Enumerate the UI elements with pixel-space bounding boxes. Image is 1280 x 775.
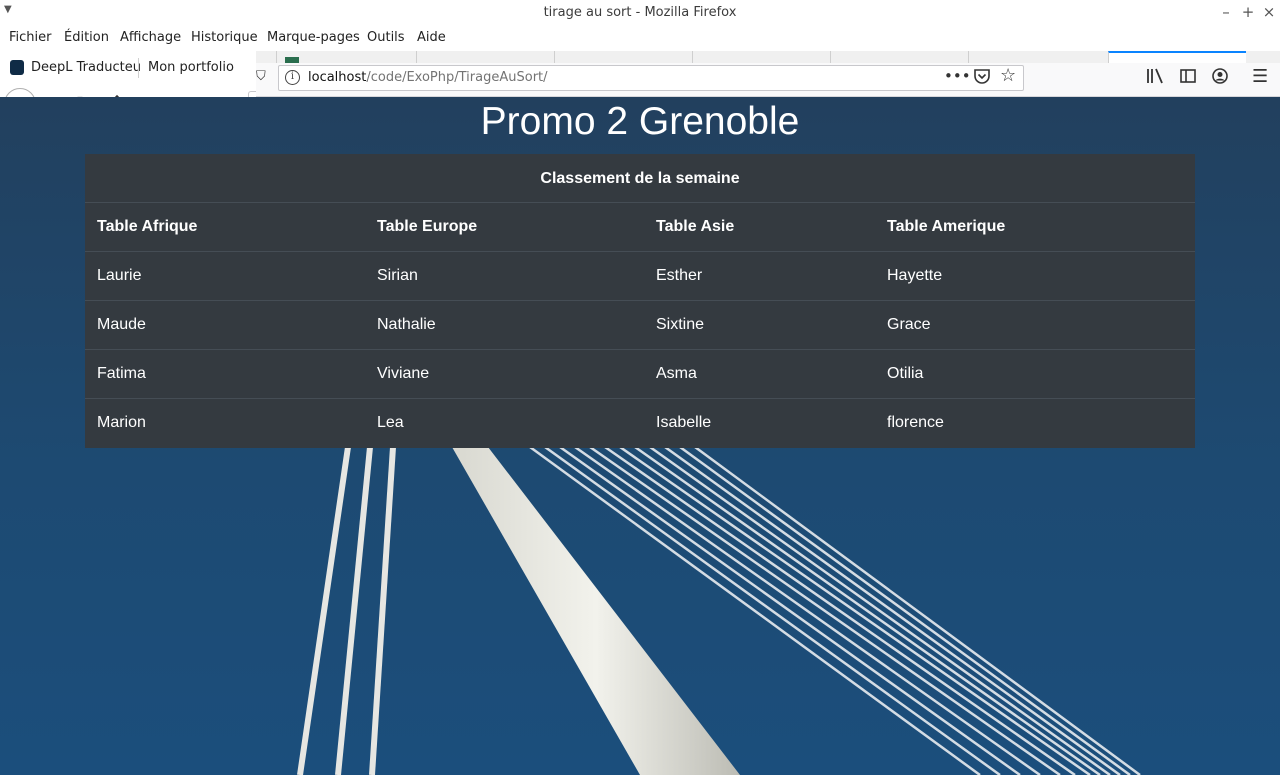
table-cell: Sixtine (656, 316, 705, 333)
menu-outils[interactable]: Outils (367, 30, 405, 45)
info-icon[interactable]: i (285, 70, 300, 85)
window-title: tirage au sort - Mozilla Firefox (543, 5, 737, 20)
maximize-icon[interactable]: + (1241, 3, 1255, 21)
close-icon[interactable]: × (1262, 3, 1276, 21)
menu-edition[interactable]: Édition (64, 30, 109, 45)
table-cell: florence (887, 414, 944, 431)
table-cell: Sirian (377, 267, 418, 284)
table-cell: Isabelle (656, 414, 712, 431)
table-cell: Viviane (377, 365, 430, 382)
ranking-table: Classement de la semaine Table Afrique T… (85, 154, 1195, 448)
header-cell: Table Europe (377, 218, 478, 235)
tab[interactable] (692, 51, 830, 63)
library-icon[interactable] (1146, 67, 1166, 89)
table-cell: Esther (656, 267, 703, 284)
table-cell: Hayette (887, 267, 943, 284)
table-cell: Nathalie (377, 316, 436, 333)
table-caption: Classement de la semaine (85, 154, 1195, 203)
bookmark-deepl[interactable]: DeepL Traducteu (31, 60, 141, 75)
menu-marque-pages[interactable]: Marque-pages (267, 30, 360, 45)
sidebar-icon[interactable] (1179, 67, 1197, 89)
star-icon[interactable]: ☆ (1000, 65, 1016, 86)
table-cell: Maude (97, 316, 146, 333)
hamburger-menu-icon[interactable]: ☰ (1252, 66, 1268, 87)
table-row: Marion Lea Isabelle florence (85, 399, 1195, 448)
header-cell: Table Asie (656, 218, 735, 235)
table-cell: Asma (656, 365, 697, 382)
table-row: Fatima Viviane Asma Otilia (85, 350, 1195, 399)
menu-fichier[interactable]: Fichier (9, 30, 52, 45)
table-row: Maude Nathalie Sixtine Grace (85, 301, 1195, 350)
shield-icon[interactable]: ⛉ (256, 69, 266, 84)
url-text[interactable]: localhost/code/ExoPhp/TirageAuSort/ (308, 70, 548, 85)
header-cell: Table Amerique (887, 218, 1006, 235)
menu-bar: Fichier Édition Affichage Historique Mar… (0, 27, 1280, 51)
tab[interactable] (554, 51, 692, 63)
menu-aide[interactable]: Aide (417, 30, 446, 45)
bookmark-separator (138, 58, 139, 78)
tab[interactable] (416, 51, 554, 63)
bookmark-portfolio[interactable]: Mon portfolio (148, 60, 234, 75)
pocket-icon[interactable] (973, 67, 991, 89)
header-cell: Table Afrique (97, 218, 198, 235)
account-icon[interactable] (1211, 67, 1229, 89)
table-header-row: Table Afrique Table Europe Table Asie Ta… (85, 203, 1195, 252)
tab[interactable] (830, 51, 968, 63)
table-cell: Laurie (97, 267, 142, 284)
table-row: Laurie Sirian Esther Hayette (85, 252, 1195, 301)
menu-historique[interactable]: Historique (191, 30, 258, 45)
deepl-icon (10, 60, 24, 75)
table-cell: Otilia (887, 365, 924, 382)
tab-active[interactable] (1108, 51, 1246, 63)
window-titlebar: ▼ tirage au sort - Mozilla Firefox – + × (0, 0, 1280, 27)
url-bar[interactable]: i localhost/code/ExoPhp/TirageAuSort/ (278, 65, 1024, 91)
menu-affichage[interactable]: Affichage (120, 30, 181, 45)
table-cell: Fatima (97, 365, 146, 382)
more-dots-icon[interactable]: ••• (944, 67, 971, 85)
tab[interactable] (968, 51, 1108, 63)
table-cell: Marion (97, 414, 146, 431)
page-content: Promo 2 Grenoble Classement de la semain… (0, 97, 1280, 775)
page-title: Promo 2 Grenoble (480, 100, 800, 143)
minimize-icon[interactable]: – (1219, 3, 1233, 21)
table-cell: Lea (377, 414, 404, 431)
table-cell: Grace (887, 316, 931, 333)
tab[interactable] (276, 51, 416, 63)
